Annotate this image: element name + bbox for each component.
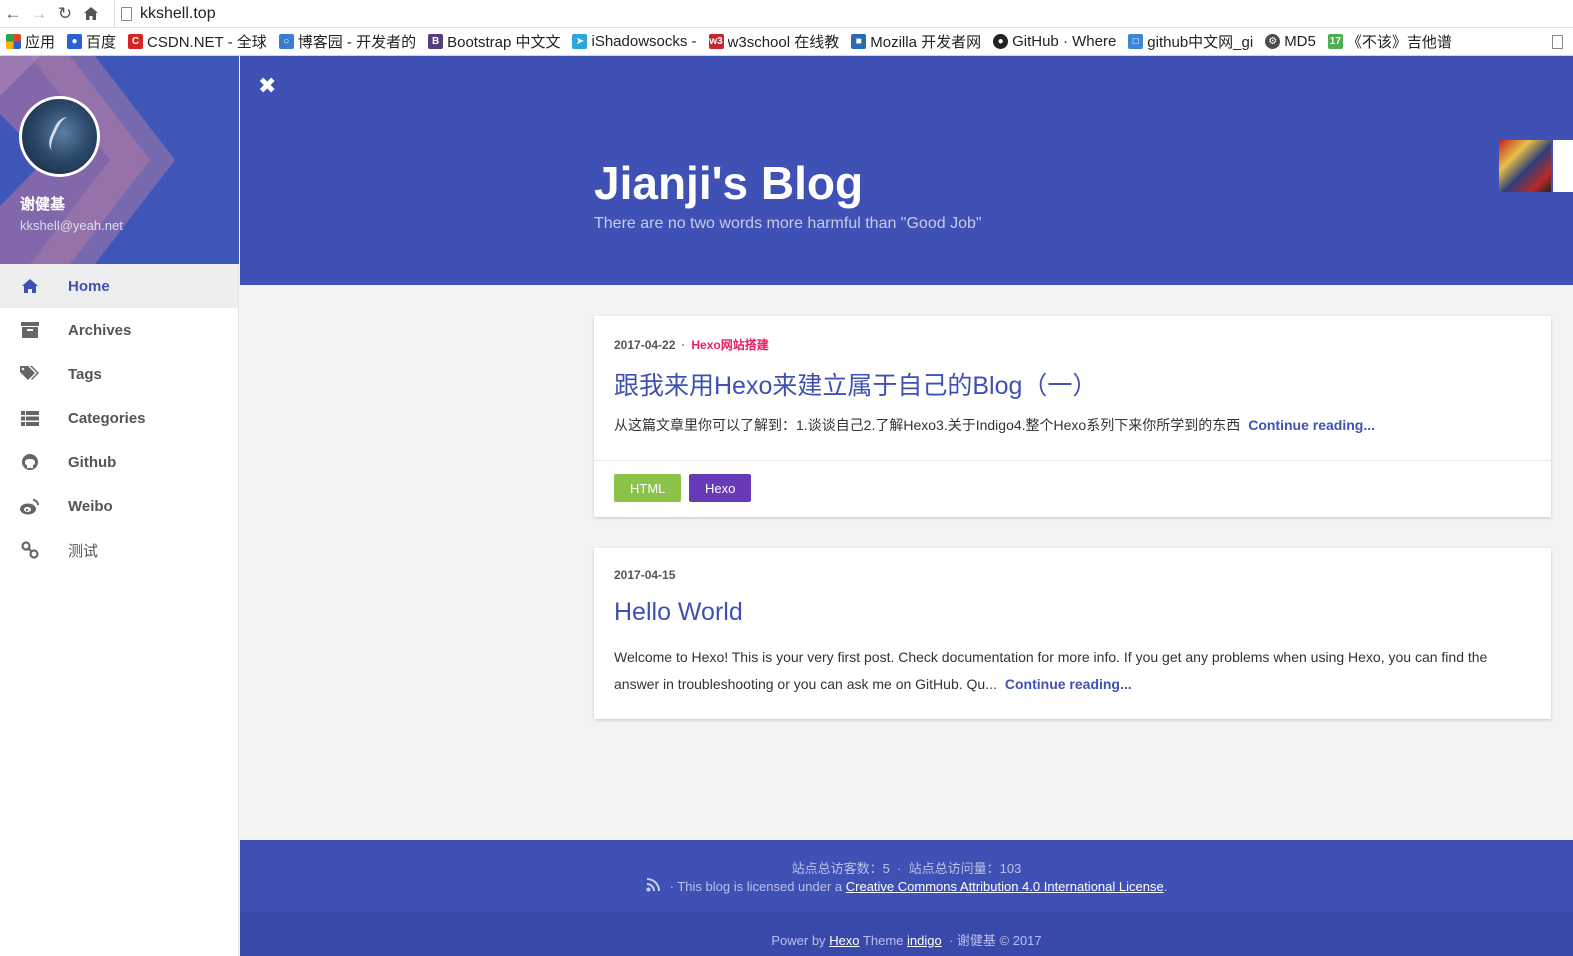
bookmark-md5[interactable]: ⚙ MD5 xyxy=(1259,28,1322,55)
pageview-count: 站点总访问量：103 xyxy=(908,861,1022,876)
sidebar-menu: Home Archives Tags Categories Github Wei… xyxy=(0,264,238,572)
bookmark-github-cn[interactable]: □ github中文网_gi xyxy=(1122,28,1259,55)
w3school-icon: w3 xyxy=(708,34,724,49)
archive-icon xyxy=(20,320,40,340)
guitar-17-icon: 17 xyxy=(1327,34,1343,49)
copyright: · 谢健基 © 2017 xyxy=(948,933,1042,948)
post-category[interactable]: Hexo网站搭建 xyxy=(691,338,768,352)
link-icon xyxy=(20,540,40,560)
post-title[interactable]: 跟我来用Hexo来建立属于自己的Blog（一） xyxy=(614,366,1097,402)
bookmark-github[interactable]: ● GitHub · Where xyxy=(987,28,1122,55)
footer-stats: 站点总访客数：5 · 站点总访问量：103 xyxy=(240,858,1573,877)
telegram-icon: ➤ xyxy=(572,34,588,49)
address-bar[interactable]: kkshell.top xyxy=(114,0,1534,27)
bookmark-bootstrap[interactable]: B Bootstrap 中文文 xyxy=(422,28,566,55)
close-menu-icon[interactable]: ✖ xyxy=(258,73,276,99)
sidebar-item-categories[interactable]: Categories xyxy=(0,396,238,440)
author-name: 谢健基 xyxy=(20,196,66,213)
bookmark-mozilla[interactable]: ■ Mozilla 开发者网 xyxy=(845,28,987,55)
cnblogs-icon: ○ xyxy=(278,34,294,49)
sidebar-item-archives[interactable]: Archives xyxy=(0,308,238,352)
post-date: 2017-04-15 xyxy=(614,568,676,582)
post-divider xyxy=(594,460,1551,461)
footer-license: · This blog is licensed under a Creative… xyxy=(240,878,1573,895)
blog-subtitle: There are no two words more harmful than… xyxy=(594,215,982,232)
apps-grid-icon xyxy=(6,34,21,49)
post-excerpt: Welcome to Hexo! This is your very first… xyxy=(614,644,1534,698)
back-arrow-icon[interactable]: ← xyxy=(0,1,26,27)
author-email[interactable]: kkshell@yeah.net xyxy=(20,218,123,233)
home-icon xyxy=(20,276,40,296)
sidebar: 谢健基 kkshell@yeah.net Home Archives Tags xyxy=(0,56,239,956)
post-title[interactable]: Hello World xyxy=(614,598,743,627)
theme-word: Theme xyxy=(862,933,904,948)
power-prefix: Power by xyxy=(771,933,826,948)
sidebar-item-weibo[interactable]: Weibo xyxy=(0,484,238,528)
continue-reading-link[interactable]: Continue reading... xyxy=(1005,676,1132,692)
home-icon[interactable] xyxy=(78,1,104,27)
sidebar-item-tags[interactable]: Tags xyxy=(0,352,238,396)
other-bookmarks-icon[interactable] xyxy=(1552,34,1563,49)
sidebar-header: 谢健基 kkshell@yeah.net xyxy=(0,56,239,264)
continue-reading-link[interactable]: Continue reading... xyxy=(1248,417,1375,433)
hexo-link[interactable]: Hexo xyxy=(829,933,859,948)
bookmark-w3school[interactable]: w3 w3school 在线教 xyxy=(703,28,846,55)
bookmark-ishadowsocks[interactable]: ➤ iShadowsocks - xyxy=(566,28,702,55)
github-icon xyxy=(20,452,40,472)
md5-icon: ⚙ xyxy=(1265,34,1281,49)
tags-icon xyxy=(20,364,40,384)
tag-html[interactable]: HTML xyxy=(614,474,682,502)
bootstrap-icon: B xyxy=(428,34,444,49)
github-icon: ● xyxy=(993,34,1009,49)
document-icon: □ xyxy=(1128,34,1144,49)
license-suffix: . xyxy=(1163,879,1168,894)
post-meta: 2017-04-15 xyxy=(614,568,675,582)
bookmarks-bar: 应用 ● 百度 C CSDN.NET - 全球 ○ 博客园 - 开发者的 B Boots… xyxy=(0,28,1573,56)
post-excerpt-text: 从这篇文章里你可以了解到：1.谈谈自己2.了解Hexo3.关于Indigo4.整… xyxy=(614,417,1241,433)
theme-link[interactable]: indigo xyxy=(907,933,942,948)
post-card: 2017-04-22 · Hexo网站搭建 跟我来用Hexo来建立属于自己的Blog… xyxy=(594,316,1551,517)
bookmark-apps[interactable]: 应用 xyxy=(0,28,61,55)
weibo-icon xyxy=(20,496,40,516)
rss-icon[interactable] xyxy=(646,878,660,895)
url-text[interactable]: kkshell.top xyxy=(140,5,216,23)
mozilla-icon: ■ xyxy=(851,34,867,49)
sidebar-item-test[interactable]: 测试 xyxy=(0,528,238,572)
header-image xyxy=(1499,140,1551,192)
post-excerpt: 从这篇文章里你可以了解到：1.谈谈自己2.了解Hexo3.关于Indigo4.整… xyxy=(614,412,1534,439)
blog-title: Jianji's Blog xyxy=(594,157,864,209)
post-date: 2017-04-22 xyxy=(614,338,676,352)
bookmark-guitar[interactable]: 17 《不该》吉他谱 xyxy=(1322,28,1458,55)
avatar[interactable] xyxy=(19,96,100,177)
bookmark-baidu[interactable]: ● 百度 xyxy=(61,28,122,55)
sidebar-item-github[interactable]: Github xyxy=(0,440,238,484)
sidebar-item-home[interactable]: Home xyxy=(0,264,238,308)
reload-icon[interactable]: ↻ xyxy=(52,1,78,27)
license-link[interactable]: Creative Commons Attribution 4.0 Interna… xyxy=(846,879,1164,894)
baidu-paw-icon: ● xyxy=(67,34,83,49)
post-card: 2017-04-15 Hello World Welcome to Hexo! … xyxy=(594,548,1551,719)
page-header: ✖ Jianji's Blog There are no two words m… xyxy=(240,56,1573,285)
list-icon xyxy=(20,408,40,428)
csdn-icon: C xyxy=(128,34,144,49)
meta-separator: · xyxy=(681,338,686,352)
footer: 站点总访客数：5 · 站点总访问量：103 · This blog is lic… xyxy=(240,840,1573,912)
stats-separator: · xyxy=(897,861,902,876)
forward-arrow-icon[interactable]: → xyxy=(26,1,52,27)
page-icon xyxy=(121,6,132,21)
license-prefix: · This blog is licensed under a xyxy=(669,879,843,894)
browser-toolbar: ← → ↻ kkshell.top xyxy=(0,0,1573,28)
bookmark-cnblogs[interactable]: ○ 博客园 - 开发者的 xyxy=(273,28,422,55)
footer-bottom: Power by Hexo Theme indigo · 谢健基 © 2017 xyxy=(240,912,1573,956)
header-edge xyxy=(1553,140,1573,192)
visitor-count: 站点总访客数：5 xyxy=(791,861,890,876)
post-meta: 2017-04-22 · Hexo网站搭建 xyxy=(614,336,769,353)
bookmark-csdn[interactable]: C CSDN.NET - 全球 xyxy=(122,28,273,55)
tag-hexo[interactable]: Hexo xyxy=(689,474,752,502)
